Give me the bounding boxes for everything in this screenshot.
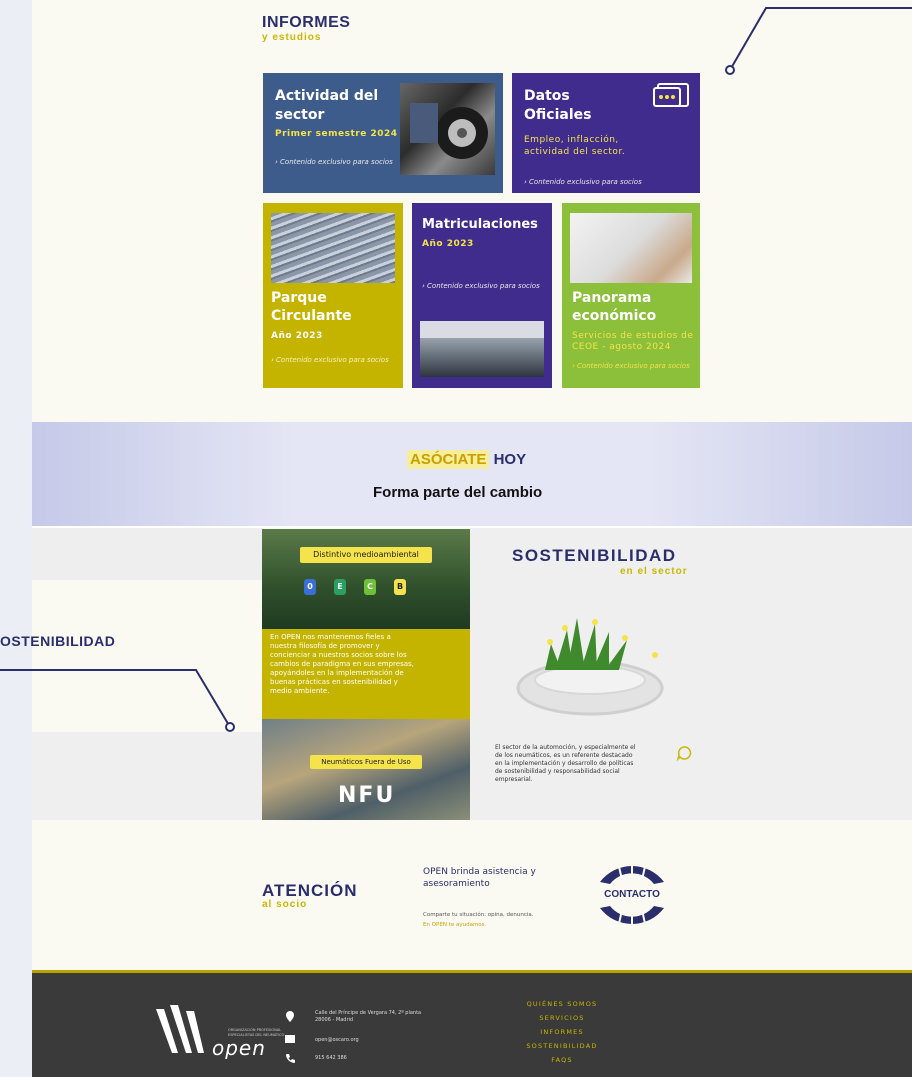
panel-text-line4: cambios de paradigma en sus empresas,	[270, 660, 414, 668]
badge-0: 0	[304, 579, 316, 595]
open-logo-mark	[156, 1005, 204, 1053]
panel-text-line7: medio ambiente.	[270, 687, 330, 695]
card-exclusive: › Contenido exclusivo para socios	[275, 158, 393, 166]
atencion-title: ATENCIÓN	[262, 881, 358, 900]
card-desc-line2: actividad del sector.	[524, 147, 626, 157]
footer-link-quienes-somos[interactable]: QUIÉNES SOMOS	[502, 997, 622, 1011]
card-period: Año 2023	[422, 239, 474, 249]
location-icon	[286, 1011, 294, 1022]
footer-nav: QUIÉNES SOMOS SERVICIOS INFORMES SOSTENI…	[502, 997, 622, 1067]
mechanic-photo	[400, 83, 495, 175]
chat-bubble-icon	[653, 83, 689, 107]
email-link[interactable]: open@oscaro.org	[315, 1037, 359, 1043]
card-title-line1: Panorama	[572, 290, 652, 306]
card-matriculaciones[interactable]: Matriculaciones Año 2023 › Contenido exc…	[412, 203, 552, 388]
footer-link-faqs[interactable]: FAQS	[502, 1053, 622, 1067]
card-actividad-sector[interactable]: Actividad del sector Primer semestre 202…	[263, 73, 503, 193]
nfu-photo-panel: Neumáticos Fuera de Uso NFU	[262, 719, 470, 820]
sostenibilidad-title: SOSTENIBILIDAD	[512, 546, 677, 565]
address-line1: Calle del Príncipe de Vergara 74, 2º pla…	[315, 1010, 422, 1016]
atencion-small-line2: En OPEN te ayudamos.	[423, 922, 487, 928]
card-period: Año 2023	[271, 331, 323, 341]
atencion-subtitle: al socio	[262, 899, 308, 910]
sostenibilidad-body: El sector de la automoción, y especialme…	[495, 744, 675, 784]
card-parque-circulante[interactable]: Parque Circulante Año 2023 › Contenido e…	[263, 203, 403, 388]
card-exclusive: › Contenido exclusivo para socios	[422, 282, 540, 290]
side-label-sostenibilidad: OSTENIBILIDAD	[0, 633, 116, 649]
card-title-line1: Parque	[271, 290, 327, 306]
atencion-lead-line1: OPEN brinda asistencia y	[423, 867, 536, 877]
atencion-small-line1: Comparte tu situación: opina, denuncia.	[423, 912, 534, 918]
badge-c: C	[364, 579, 376, 595]
body-line5: empresarial.	[495, 776, 533, 783]
asociate-band	[32, 422, 912, 527]
card-title-line2: económico	[572, 308, 657, 324]
phone-text: 915 642 386	[315, 1055, 347, 1061]
asociate-rest: HOY	[493, 451, 527, 468]
address-line2: 28006 - Madrid	[315, 1017, 354, 1023]
badge-b: B	[394, 579, 406, 595]
footer-link-servicios[interactable]: SERVICIOS	[502, 1011, 622, 1025]
asociate-heading[interactable]: ASÓCIATE HOY	[407, 450, 567, 473]
nfu-label: Neumáticos Fuera de Uso	[310, 755, 422, 769]
logo-small-line1: ORGANIZACIÓN PROFESIONAL	[228, 1028, 282, 1032]
highway-photo	[271, 213, 395, 283]
body-line3: en la implementación y desarrollo de pol…	[495, 760, 634, 767]
mail-icon	[285, 1035, 295, 1043]
connector-line-left	[0, 669, 235, 732]
asociate-highlight: ASÓCIATE	[407, 450, 490, 469]
tire-plant-illustration	[516, 618, 664, 716]
card-desc-line2: CEOE - agosto 2024	[572, 342, 671, 352]
card-title: Matriculaciones	[422, 217, 538, 232]
nfu-text: NFU	[338, 783, 396, 808]
card-panorama-economico[interactable]: Panorama económico Servicios de estudios…	[562, 203, 700, 388]
card-title-line2: sector	[275, 107, 325, 123]
panel-text-line3: concienciar a nuestros socios sobre los	[270, 651, 407, 659]
connector-line-top	[725, 7, 912, 75]
card-title-line2: Oficiales	[524, 107, 592, 123]
panel-text-line5: apoyándoles en la implementación de	[270, 669, 404, 677]
card-exclusive: › Contenido exclusivo para socios	[572, 362, 690, 370]
sostenibilidad-subtitle: en el sector	[620, 566, 688, 577]
documents-photo	[570, 213, 692, 283]
card-title-line2: Circulante	[271, 308, 352, 324]
card-desc-line1: Servicios de estudios de	[572, 331, 694, 341]
tire-icon	[410, 103, 488, 159]
sostenibilidad-text-panel: En OPEN nos mantenemos fieles a nuestra …	[262, 629, 470, 719]
body-line4: de sostenibilidad y responsabilidad soci…	[495, 768, 620, 775]
informes-subtitle: y estudios	[262, 32, 322, 43]
panel-text-line1: En OPEN nos mantenemos fieles a	[270, 633, 391, 641]
phone-icon	[286, 1054, 295, 1063]
card-exclusive: › Contenido exclusivo para socios	[271, 356, 389, 364]
asociate-tagline: Forma parte del cambio	[373, 484, 543, 501]
cars-photo	[420, 321, 544, 377]
card-desc-line1: Empleo, inflacción,	[524, 135, 619, 145]
panel-text-line6: buenas prácticas en sostenibilidad y	[270, 678, 398, 686]
card-title-line1: Actividad del	[275, 88, 379, 104]
panel-text-line2: nuestra filosofía de promover y	[270, 642, 380, 650]
footer: ORGANIZACIÓN PROFESIONAL ESPECIALISTAS D…	[32, 970, 912, 1077]
grey-strip-left	[32, 528, 264, 580]
atencion-lead-line2: asesoramiento	[423, 879, 490, 889]
distintivo-label: Distintivo medioambiental	[300, 547, 432, 563]
grey-strip-left-2	[32, 732, 264, 820]
card-exclusive: › Contenido exclusivo para socios	[524, 178, 642, 186]
informes-title: INFORMES	[262, 14, 351, 31]
logo-wordmark: open	[212, 1036, 266, 1060]
body-line2: de los neumáticos, es un referente desta…	[495, 752, 633, 759]
contacto-label: CONTACTO	[604, 889, 660, 900]
footer-link-informes[interactable]: INFORMES	[502, 1025, 622, 1039]
card-title-line1: Datos	[524, 88, 570, 104]
card-period: Primer semestre 2024	[275, 129, 398, 139]
footer-link-sostenibilidad[interactable]: SOSTENIBILIDAD	[502, 1039, 622, 1053]
sostenibilidad-photo-panel: Distintivo medioambiental 0 E C B	[262, 529, 470, 629]
badge-e: E	[334, 579, 346, 595]
body-line1: El sector de la automoción, y especialme…	[495, 744, 636, 751]
contacto-button[interactable]: CONTACTO	[592, 854, 672, 936]
card-datos-oficiales[interactable]: Datos Oficiales Empleo, inflacción, acti…	[512, 73, 700, 193]
speech-bubble-icon[interactable]	[676, 745, 692, 761]
